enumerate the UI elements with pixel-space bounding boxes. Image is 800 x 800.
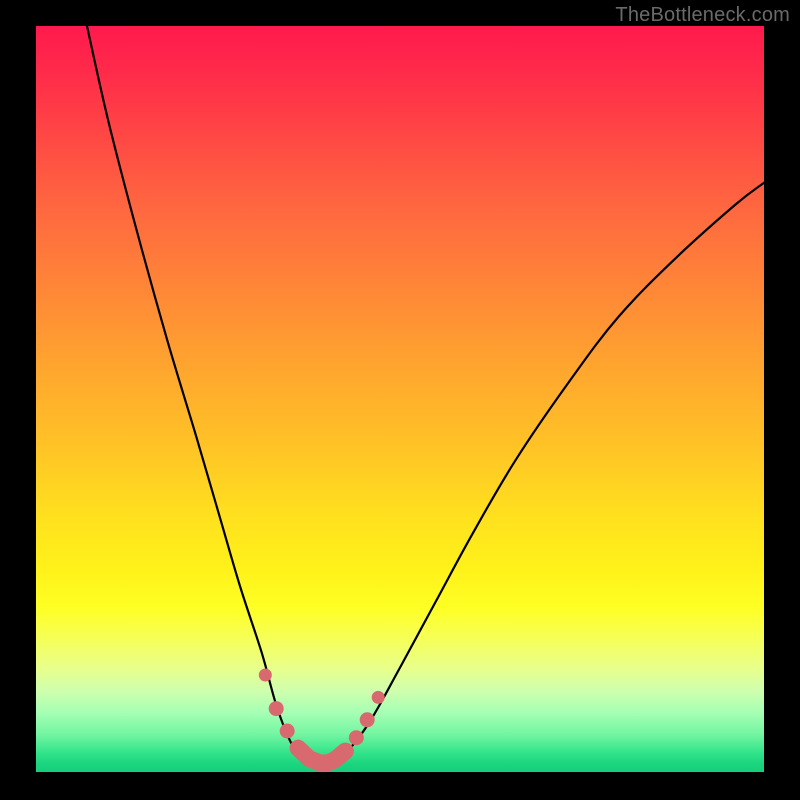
marker-group bbox=[259, 669, 385, 764]
curve-svg bbox=[36, 26, 764, 772]
chart-frame: TheBottleneck.com bbox=[0, 0, 800, 800]
marker-dot bbox=[372, 691, 385, 704]
marker-dot bbox=[360, 712, 375, 727]
marker-dot bbox=[269, 701, 284, 716]
watermark-text: TheBottleneck.com bbox=[615, 4, 790, 27]
valley-band bbox=[298, 748, 345, 763]
plot-area bbox=[36, 26, 764, 772]
bottleneck-curve bbox=[87, 26, 764, 765]
marker-dot bbox=[349, 730, 364, 745]
marker-dot bbox=[259, 669, 272, 682]
marker-dot bbox=[280, 724, 295, 739]
